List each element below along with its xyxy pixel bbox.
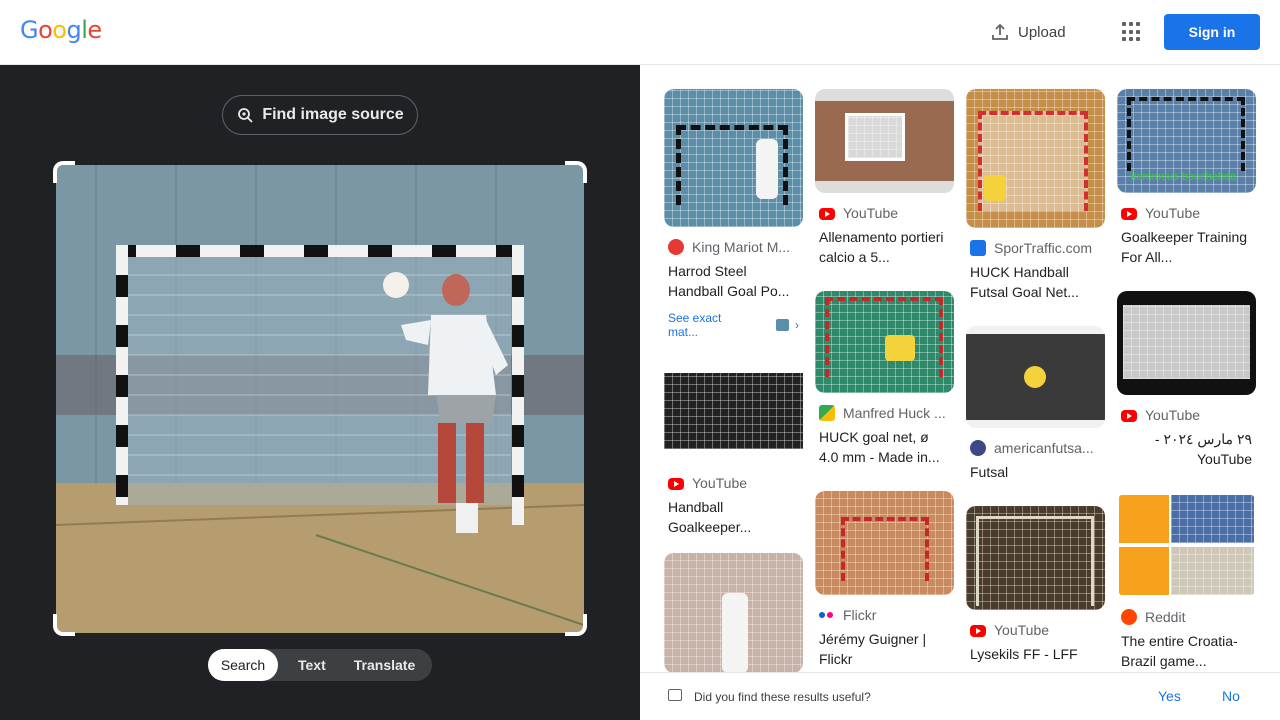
kingmariot-favicon	[668, 239, 684, 255]
result-thumbnail[interactable]	[966, 326, 1105, 428]
results-column-2: YouTube Allenamento portieri calcio a 5.…	[815, 89, 954, 673]
americanfutsal-favicon	[970, 440, 986, 456]
result-source: YouTube	[819, 205, 950, 221]
feedback-bar: Did you find these results useful? Yes N…	[640, 672, 1280, 720]
result-card[interactable]: americanfutsa... Futsal	[966, 326, 1105, 482]
apps-grid-icon[interactable]	[1120, 20, 1144, 44]
upload-icon	[992, 23, 1008, 40]
handball-goalkeeper-image	[56, 165, 584, 633]
result-thumbnail[interactable]	[1117, 493, 1256, 597]
result-thumbnail[interactable]	[815, 491, 954, 595]
result-card[interactable]: YouTube Allenamento portieri calcio a 5.…	[815, 89, 954, 267]
find-image-source-label: Find image source	[262, 106, 404, 123]
result-thumbnail[interactable]	[664, 359, 803, 463]
result-thumbnail[interactable]	[1117, 291, 1256, 395]
result-title[interactable]: Goalkeeper Training For All...	[1121, 227, 1252, 267]
result-source: King Mariot M...	[668, 239, 799, 255]
result-card[interactable]: YouTube ٢٩ مارس ٢٠٢٤ - YouTube	[1117, 291, 1256, 469]
sportraffic-favicon	[970, 240, 986, 256]
tab-translate[interactable]: Translate	[338, 649, 427, 681]
reddit-icon	[1121, 609, 1137, 625]
result-thumbnail[interactable]	[966, 506, 1105, 610]
result-thumbnail[interactable]	[664, 553, 803, 673]
result-title[interactable]: Handball Goalkeeper...	[668, 497, 799, 537]
result-title[interactable]: Allenamento portieri calcio a 5...	[819, 227, 950, 267]
thumbnail-caption: kammous bouchehda	[1131, 171, 1237, 183]
result-title[interactable]: Lysekils FF - LFF	[970, 644, 1101, 664]
result-source: Reddit	[1121, 609, 1252, 625]
crop-handle-bottom-right[interactable]	[565, 614, 587, 636]
tab-text[interactable]: Text	[278, 649, 338, 681]
feedback-icon	[668, 689, 682, 701]
youtube-icon	[1121, 208, 1137, 220]
result-card[interactable]: SporTraffic.com HUCK Handball Futsal Goa…	[966, 89, 1105, 302]
result-source: SporTraffic.com	[970, 240, 1101, 256]
result-source: YouTube	[668, 475, 799, 491]
google-logo[interactable]: Google	[20, 16, 102, 44]
top-bar: Google Upload Sign in	[0, 0, 1280, 65]
crop-handle-top-right[interactable]	[565, 161, 587, 183]
youtube-icon	[819, 208, 835, 220]
lens-mode-switcher: Search Text Translate	[208, 649, 432, 681]
result-title[interactable]: Harrod Steel Handball Goal Po...	[668, 261, 799, 301]
result-source: Manfred Huck ...	[819, 405, 950, 421]
result-card[interactable]: Flickr Jérémy Guigner | Flickr	[815, 491, 954, 669]
visual-matches-grid: King Mariot M... Harrod Steel Handball G…	[640, 65, 1280, 673]
result-thumbnail[interactable]	[815, 89, 954, 193]
query-image[interactable]	[56, 165, 584, 633]
result-source: YouTube	[1121, 407, 1252, 423]
upload-label: Upload	[1018, 23, 1066, 41]
chevron-right-icon: ›	[795, 318, 799, 332]
results-column-4: kammous bouchehda YouTube Goalkeeper Tra…	[1117, 89, 1256, 673]
result-title[interactable]: HUCK Handball Futsal Goal Net...	[970, 262, 1101, 302]
result-source: Flickr	[819, 607, 950, 623]
sign-in-button[interactable]: Sign in	[1164, 14, 1260, 50]
exact-match-thumb-icon	[776, 319, 789, 331]
tab-search[interactable]: Search	[208, 649, 278, 681]
result-thumbnail[interactable]	[664, 89, 803, 227]
crop-handle-bottom-left[interactable]	[53, 614, 75, 636]
result-card[interactable]: King Mariot M... Harrod Steel Handball G…	[664, 89, 803, 339]
result-card[interactable]: Reddit The entire Croatia-Brazil game...	[1117, 493, 1256, 671]
result-title[interactable]: Jérémy Guigner | Flickr	[819, 629, 950, 669]
result-title[interactable]: Futsal	[970, 462, 1101, 482]
youtube-icon	[970, 625, 986, 637]
result-card[interactable]: kammous bouchehda YouTube Goalkeeper Tra…	[1117, 89, 1256, 267]
upload-button[interactable]: Upload	[990, 18, 1066, 46]
feedback-no-button[interactable]: No	[1222, 688, 1240, 704]
youtube-icon	[668, 478, 684, 490]
result-card[interactable]: Manfred Huck ... HUCK goal net, ø 4.0 mm…	[815, 291, 954, 467]
feedback-yes-button[interactable]: Yes	[1158, 688, 1181, 704]
result-title[interactable]: HUCK goal net, ø 4.0 mm - Made in...	[819, 427, 950, 467]
see-exact-matches-link[interactable]: See exact mat... ›	[668, 311, 799, 339]
results-column-3: SporTraffic.com HUCK Handball Futsal Goa…	[966, 89, 1105, 673]
result-source: YouTube	[1121, 205, 1252, 221]
crop-handle-top-left[interactable]	[53, 161, 75, 183]
result-thumbnail[interactable]: kammous bouchehda	[1117, 89, 1256, 193]
result-card[interactable]	[664, 553, 803, 673]
result-card[interactable]: YouTube Handball Goalkeeper...	[664, 359, 803, 537]
find-image-source-button[interactable]: Find image source	[222, 95, 418, 135]
manfred-huck-favicon	[819, 405, 835, 421]
result-thumbnail[interactable]	[966, 89, 1105, 228]
result-card[interactable]: YouTube Lysekils FF - LFF	[966, 506, 1105, 664]
flickr-icon	[819, 607, 835, 623]
youtube-icon	[1121, 410, 1137, 422]
result-source: YouTube	[970, 622, 1101, 638]
lens-panel: Find image source Search Text Translate	[0, 65, 640, 720]
lens-search-icon	[238, 108, 253, 123]
results-column-1: King Mariot M... Harrod Steel Handball G…	[664, 89, 803, 673]
result-title[interactable]: The entire Croatia-Brazil game...	[1121, 631, 1252, 671]
result-source: americanfutsa...	[970, 440, 1101, 456]
result-title[interactable]: ٢٩ مارس ٢٠٢٤ - YouTube	[1121, 429, 1252, 469]
feedback-question: Did you find these results useful?	[694, 690, 871, 704]
result-thumbnail[interactable]	[815, 291, 954, 393]
